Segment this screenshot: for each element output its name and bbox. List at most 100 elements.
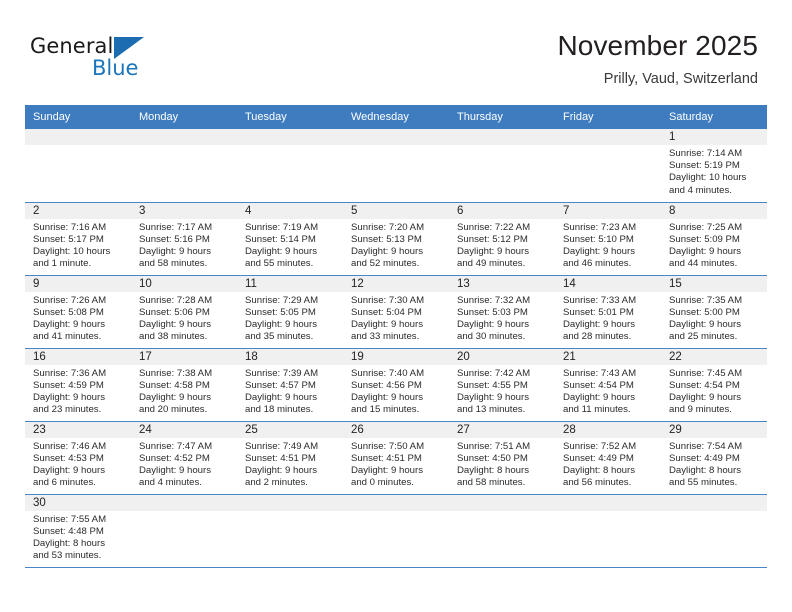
day-number [449,129,555,145]
calendar-day-cell[interactable]: 7 Sunrise: 7:23 AM Sunset: 5:10 PM Daylight… [555,202,661,276]
day-number [343,494,449,511]
daylight-duration-line2: and 41 minutes. [33,331,102,343]
day-number: 5 [343,202,449,219]
calendar-day-cell[interactable]: 1 Sunrise: 7:14 AM Sunset: 5:19 PM Daylight… [661,129,767,203]
day-details: Sunrise: 7:32 AM Sunset: 5:03 PM Daylight:… [449,292,555,344]
calendar-cell-inner [237,494,343,567]
day-details: Sunrise: 7:33 AM Sunset: 5:01 PM Daylight:… [555,292,661,344]
calendar-page: General Blue November 2025 Prilly, Vaud,… [0,0,792,612]
calendar-day-cell[interactable]: 13 Sunrise: 7:32 AM Sunset: 5:03 PM Dayligh… [449,275,555,349]
sunrise-time: Sunrise: 7:42 AM [457,367,531,379]
calendar-day-cell[interactable]: 10 Sunrise: 7:28 AM Sunset: 5:06 PM Dayligh… [131,275,237,349]
calendar-day-cell[interactable]: 19 Sunrise: 7:40 AM Sunset: 4:56 PM Dayligh… [343,348,449,422]
calendar-day-cell[interactable]: 2 Sunrise: 7:16 AM Sunset: 5:17 PM Daylight… [25,202,131,276]
calendar-cell-inner: 11 Sunrise: 7:29 AM Sunset: 5:05 PM Dayligh… [237,275,343,348]
daylight-duration-line2: and 53 minutes. [33,550,102,562]
daylight-duration-line1: Daylight: 9 hours [669,245,741,257]
weekday-header-saturday: Saturday [661,105,767,129]
calendar-cell-inner: 15 Sunrise: 7:35 AM Sunset: 5:00 PM Dayligh… [661,275,767,348]
daylight-duration-line2: and 15 minutes. [351,404,420,416]
calendar-day-cell[interactable]: 12 Sunrise: 7:30 AM Sunset: 5:04 PM Dayligh… [343,275,449,349]
day-number: 1 [661,129,767,145]
daylight-duration-line1: Daylight: 9 hours [457,391,529,403]
calendar-day-cell[interactable]: 25 Sunrise: 7:49 AM Sunset: 4:51 PM Dayligh… [237,421,343,495]
calendar-day-cell[interactable]: 15 Sunrise: 7:35 AM Sunset: 5:00 PM Dayligh… [661,275,767,349]
calendar-cell-inner: 25 Sunrise: 7:49 AM Sunset: 4:51 PM Dayligh… [237,421,343,494]
calendar-day-cell[interactable]: 9 Sunrise: 7:26 AM Sunset: 5:08 PM Daylight… [25,275,131,349]
sunrise-time: Sunrise: 7:52 AM [563,440,637,452]
calendar-cell-empty [449,129,555,203]
calendar-day-cell[interactable]: 14 Sunrise: 7:33 AM Sunset: 5:01 PM Dayligh… [555,275,661,349]
calendar-day-cell[interactable]: 23 Sunrise: 7:46 AM Sunset: 4:53 PM Dayligh… [25,421,131,495]
calendar-day-cell[interactable]: 20 Sunrise: 7:42 AM Sunset: 4:55 PM Dayligh… [449,348,555,422]
calendar-day-cell[interactable]: 11 Sunrise: 7:29 AM Sunset: 5:05 PM Dayligh… [237,275,343,349]
calendar-day-cell[interactable]: 24 Sunrise: 7:47 AM Sunset: 4:52 PM Dayligh… [131,421,237,495]
sunset-time: Sunset: 5:09 PM [669,233,740,245]
calendar-cell-inner [449,129,555,202]
calendar-day-cell[interactable]: 16 Sunrise: 7:36 AM Sunset: 4:59 PM Dayligh… [25,348,131,422]
day-number: 27 [449,421,555,438]
day-details: Sunrise: 7:50 AM Sunset: 4:51 PM Daylight:… [343,438,449,490]
sunset-time: Sunset: 4:52 PM [139,452,210,464]
daylight-duration-line1: Daylight: 9 hours [33,391,105,403]
day-details: Sunrise: 7:30 AM Sunset: 5:04 PM Daylight:… [343,292,449,344]
daylight-duration-line1: Daylight: 8 hours [563,464,635,476]
calendar-grid: Sunday Monday Tuesday Wednesday Thursday… [25,105,767,568]
sunset-time: Sunset: 5:17 PM [33,233,104,245]
calendar-day-cell[interactable]: 17 Sunrise: 7:38 AM Sunset: 4:58 PM Dayligh… [131,348,237,422]
calendar-cell-inner: 19 Sunrise: 7:40 AM Sunset: 4:56 PM Dayligh… [343,348,449,421]
calendar-day-cell[interactable]: 27 Sunrise: 7:51 AM Sunset: 4:50 PM Dayligh… [449,421,555,495]
calendar-day-cell[interactable]: 6 Sunrise: 7:22 AM Sunset: 5:12 PM Daylight… [449,202,555,276]
calendar-cell-inner: 6 Sunrise: 7:22 AM Sunset: 5:12 PM Daylight… [449,202,555,275]
day-number: 25 [237,421,343,438]
sunset-time: Sunset: 5:08 PM [33,306,104,318]
daylight-duration-line1: Daylight: 9 hours [351,318,423,330]
day-details: Sunrise: 7:51 AM Sunset: 4:50 PM Daylight:… [449,438,555,490]
calendar-day-cell[interactable]: 5 Sunrise: 7:20 AM Sunset: 5:13 PM Daylight… [343,202,449,276]
calendar-body: 1 Sunrise: 7:14 AM Sunset: 5:19 PM Daylight… [25,129,767,568]
daylight-duration-line2: and 58 minutes. [457,477,526,489]
calendar-cell-inner: 29 Sunrise: 7:54 AM Sunset: 4:49 PM Dayligh… [661,421,767,494]
sunrise-time: Sunrise: 7:19 AM [245,221,319,233]
calendar-day-cell[interactable]: 26 Sunrise: 7:50 AM Sunset: 4:51 PM Dayligh… [343,421,449,495]
brand-logo[interactable]: General Blue [30,36,230,96]
day-details: Sunrise: 7:14 AM Sunset: 5:19 PM Daylight:… [661,145,767,197]
calendar-day-cell[interactable]: 28 Sunrise: 7:52 AM Sunset: 4:49 PM Dayligh… [555,421,661,495]
day-number: 28 [555,421,661,438]
daylight-duration-line1: Daylight: 9 hours [245,391,317,403]
sunset-time: Sunset: 4:51 PM [245,452,316,464]
calendar-cell-empty [131,494,237,568]
day-number: 14 [555,275,661,292]
day-number: 19 [343,348,449,365]
daylight-duration-line2: and 38 minutes. [139,331,208,343]
calendar-day-cell[interactable]: 21 Sunrise: 7:43 AM Sunset: 4:54 PM Dayligh… [555,348,661,422]
daylight-duration-line1: Daylight: 9 hours [33,464,105,476]
calendar-day-cell[interactable]: 22 Sunrise: 7:45 AM Sunset: 4:54 PM Dayligh… [661,348,767,422]
calendar-day-cell[interactable]: 8 Sunrise: 7:25 AM Sunset: 5:09 PM Daylight… [661,202,767,276]
calendar-cell-empty [343,494,449,568]
daylight-duration-line1: Daylight: 10 hours [669,172,747,184]
day-details: Sunrise: 7:17 AM Sunset: 5:16 PM Daylight:… [131,219,237,271]
calendar-cell-inner: 26 Sunrise: 7:50 AM Sunset: 4:51 PM Dayligh… [343,421,449,494]
sunrise-time: Sunrise: 7:16 AM [33,221,107,233]
day-number: 15 [661,275,767,292]
daylight-duration-line2: and 6 minutes. [33,477,96,489]
sunrise-time: Sunrise: 7:51 AM [457,440,531,452]
sunset-time: Sunset: 4:59 PM [33,379,104,391]
calendar-day-cell[interactable]: 3 Sunrise: 7:17 AM Sunset: 5:16 PM Daylight… [131,202,237,276]
day-details: Sunrise: 7:20 AM Sunset: 5:13 PM Daylight:… [343,219,449,271]
calendar-cell-inner: 24 Sunrise: 7:47 AM Sunset: 4:52 PM Dayligh… [131,421,237,494]
calendar-day-cell[interactable]: 18 Sunrise: 7:39 AM Sunset: 4:57 PM Dayligh… [237,348,343,422]
day-number [661,494,767,511]
day-number: 12 [343,275,449,292]
sunrise-time: Sunrise: 7:54 AM [669,440,743,452]
daylight-duration-line2: and 35 minutes. [245,331,314,343]
calendar-cell-inner: 7 Sunrise: 7:23 AM Sunset: 5:10 PM Daylight… [555,202,661,275]
calendar-day-cell[interactable]: 4 Sunrise: 7:19 AM Sunset: 5:14 PM Daylight… [237,202,343,276]
day-details: Sunrise: 7:46 AM Sunset: 4:53 PM Daylight:… [25,438,131,490]
daylight-duration-line1: Daylight: 9 hours [457,318,529,330]
calendar-day-cell[interactable]: 30 Sunrise: 7:55 AM Sunset: 4:48 PM Dayligh… [25,494,131,568]
sunset-time: Sunset: 4:53 PM [33,452,104,464]
calendar-day-cell[interactable]: 29 Sunrise: 7:54 AM Sunset: 4:49 PM Dayligh… [661,421,767,495]
daylight-duration-line1: Daylight: 9 hours [33,318,105,330]
